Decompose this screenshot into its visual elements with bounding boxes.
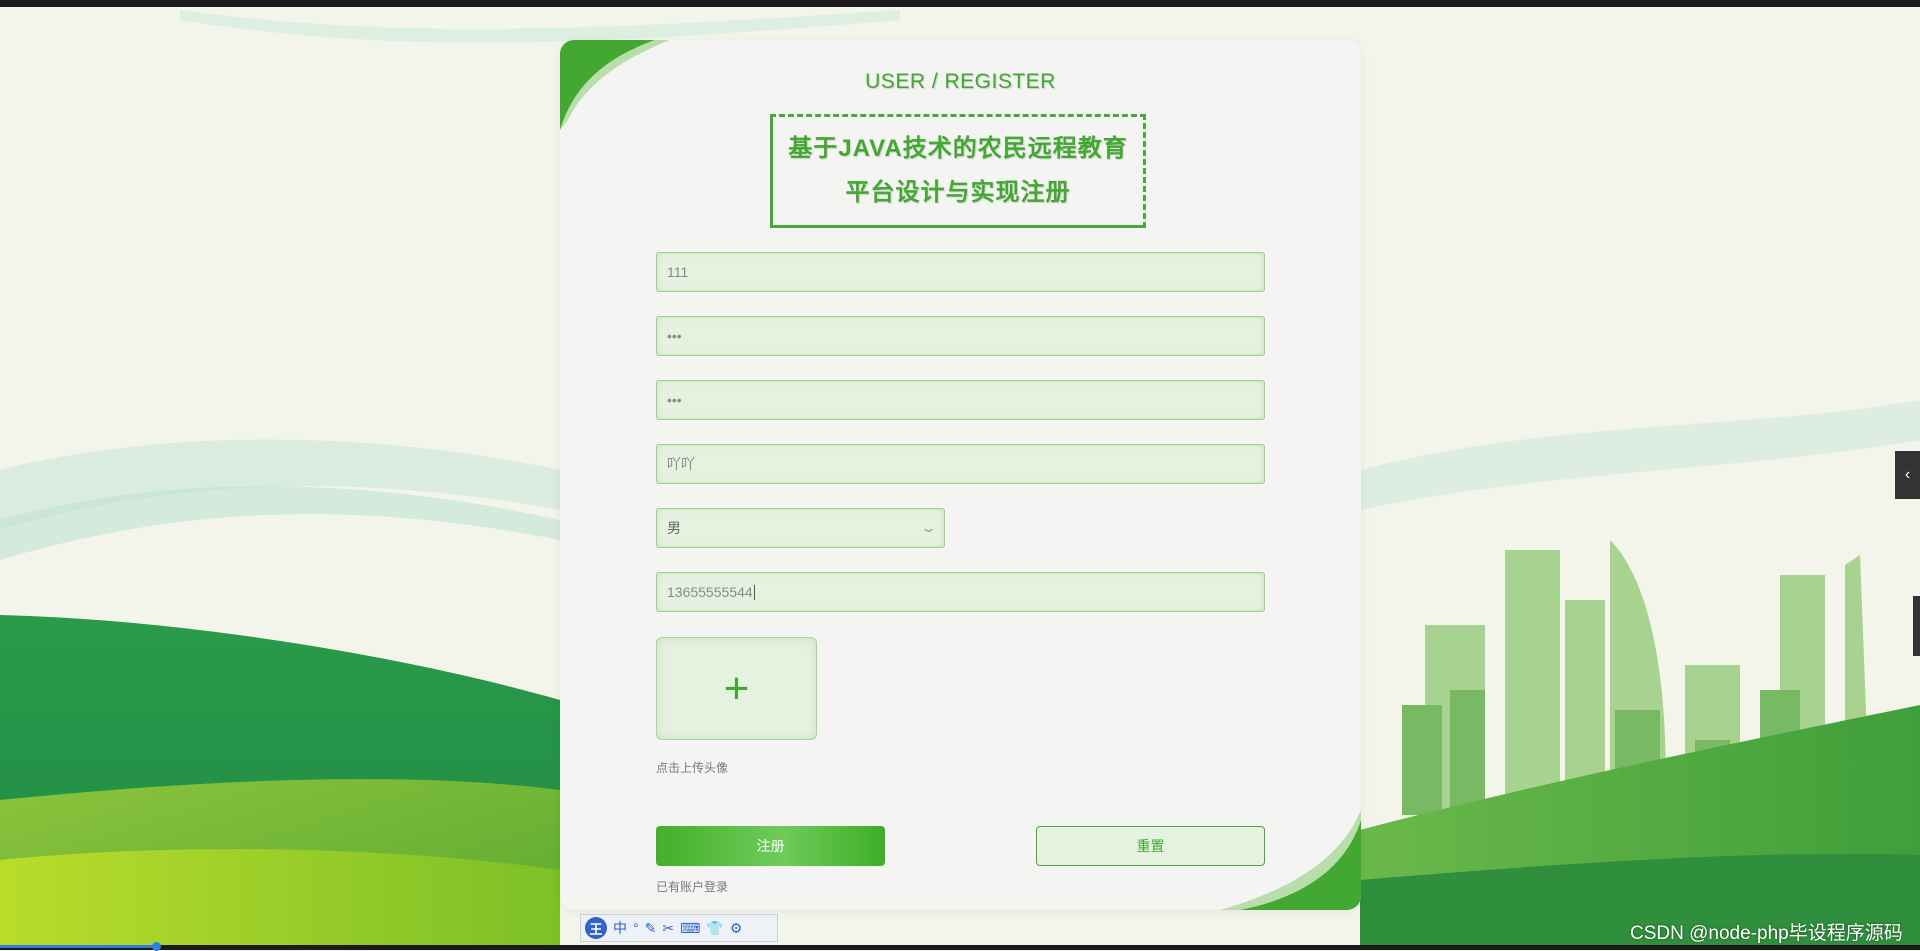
ime-toolbar: 王 中 ° ✎ ✂ ⌨ 👕 ⚙ <box>580 914 778 942</box>
chevron-down-icon: ⌄ <box>919 520 938 535</box>
text-caret <box>753 584 755 600</box>
upload-hint: 点击上传头像 <box>656 761 729 775</box>
password-input[interactable]: ••• <box>656 316 1265 356</box>
phone-input[interactable]: 13655555544 <box>656 572 1265 612</box>
bottom-bar <box>0 942 1920 951</box>
side-handle[interactable] <box>1913 596 1920 656</box>
gender-value: 男 <box>667 520 681 536</box>
login-link[interactable]: 已有账户登录 <box>656 878 728 895</box>
ime-logo-icon[interactable]: 王 <box>585 917 607 939</box>
page-title-box: 基于JAVA技术的农民远程教育平台设计与实现注册 <box>770 114 1146 228</box>
password-value: ••• <box>667 328 682 344</box>
gender-select[interactable]: 男 ⌄ <box>656 508 945 548</box>
ime-pen-icon[interactable]: ✎ <box>645 921 657 935</box>
confirm-password-value: ••• <box>667 392 682 408</box>
account-value: 111 <box>667 264 689 280</box>
phone-value: 13655555544 <box>667 584 753 600</box>
progress-bar <box>0 945 156 948</box>
plus-icon: + <box>723 663 750 713</box>
ime-settings-icon[interactable]: ⚙ <box>730 921 743 935</box>
name-value: 吖吖 <box>667 456 695 472</box>
account-input[interactable]: 111 <box>656 252 1265 292</box>
confirm-password-input[interactable]: ••• <box>656 380 1265 420</box>
ime-scissors-icon[interactable]: ✂ <box>662 921 674 935</box>
ime-keyboard-icon[interactable]: ⌨ <box>680 921 700 935</box>
chevron-left-icon: ‹ <box>1904 466 1911 483</box>
side-panel-toggle[interactable]: ‹ <box>1895 451 1920 499</box>
ime-punctuation-icon[interactable]: ° <box>633 921 639 935</box>
page-title: 基于JAVA技术的农民远程教育平台设计与实现注册 <box>788 135 1128 206</box>
watermark: CSDN @node-php毕设程序源码 <box>1630 923 1903 944</box>
register-card: USER / REGISTER 基于JAVA技术的农民远程教育平台设计与实现注册… <box>560 40 1361 910</box>
ime-chinese-mode[interactable]: 中 <box>613 921 627 935</box>
ime-skin-icon[interactable]: 👕 <box>706 921 723 935</box>
register-button[interactable]: 注册 <box>656 826 885 866</box>
name-input[interactable]: 吖吖 <box>656 444 1265 484</box>
top-bar <box>0 0 1920 7</box>
register-subtitle: USER / REGISTER <box>865 70 1056 93</box>
avatar-upload[interactable]: + <box>656 637 817 740</box>
reset-button[interactable]: 重置 <box>1036 826 1265 866</box>
